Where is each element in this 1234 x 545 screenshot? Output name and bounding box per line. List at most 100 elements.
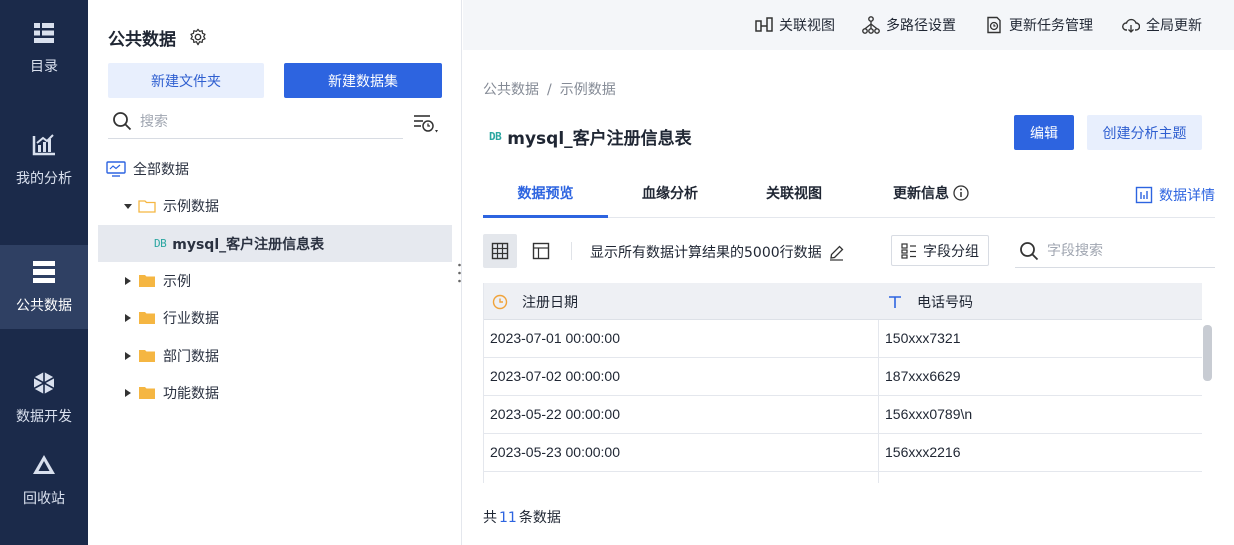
create-analysis-topic-button[interactable]: 创建分析主题 xyxy=(1087,115,1202,150)
nav-item-recycle[interactable]: 回收站 xyxy=(0,438,88,522)
task-manage-label: 更新任务管理 xyxy=(1009,18,1093,34)
tree-item-mysql-table[interactable]: DB mysql_客户注册信息表 xyxy=(98,225,452,262)
tree-item-function-data[interactable]: 功能数据 xyxy=(98,374,452,411)
layout-view-button[interactable] xyxy=(524,234,558,268)
row-count-number: 11 xyxy=(499,510,517,526)
data-detail-link[interactable]: 数据详情 xyxy=(1135,172,1215,218)
nav-label: 我的分析 xyxy=(16,171,72,187)
caret-right-icon[interactable] xyxy=(122,387,134,399)
caret-right-icon[interactable] xyxy=(122,312,134,324)
breadcrumb: 公共数据 / 示例数据 xyxy=(483,79,616,99)
data-detail-label: 数据详情 xyxy=(1159,188,1215,204)
multipath-setting-action[interactable]: 多路径设置 xyxy=(862,14,956,36)
column-header-register-date[interactable]: 注册日期 xyxy=(492,283,879,320)
new-folder-button[interactable]: 新建文件夹 xyxy=(108,63,264,98)
row-count-prefix: 共 xyxy=(483,510,497,526)
folder-icon xyxy=(139,386,155,399)
row-count: 共 11 条数据 xyxy=(483,507,561,527)
table-row: 2023-05-22 00:00:00 156xxx0789\n xyxy=(484,396,1202,434)
tab-related-view[interactable]: 关联视图 xyxy=(753,172,835,218)
nav-item-data-dev[interactable]: 数据开发 xyxy=(0,356,88,440)
rows-note: 显示所有数据计算结果的5000行数据 xyxy=(590,242,845,262)
update-task-manage-action[interactable]: 更新任务管理 xyxy=(985,14,1093,36)
text-type-icon xyxy=(889,295,901,308)
field-search-input[interactable] xyxy=(1047,239,1207,263)
table-cell: 2023-07-02 00:00:00 xyxy=(484,358,879,395)
clock-icon xyxy=(492,294,508,309)
table-cell: 150xxx7321 xyxy=(879,320,1202,357)
catalog-icon xyxy=(34,23,54,43)
breadcrumb-separator: / xyxy=(547,82,552,98)
caret-right-icon[interactable] xyxy=(122,350,134,362)
caret-right-icon[interactable] xyxy=(122,275,134,287)
field-group-label: 字段分组 xyxy=(923,243,979,260)
tree-search-input[interactable] xyxy=(140,110,390,134)
column-header-phone[interactable]: 电话号码 xyxy=(887,283,1202,320)
global-update-action[interactable]: 全局更新 xyxy=(1122,14,1202,36)
tab-data-preview[interactable]: 数据预览 xyxy=(483,172,608,218)
search-icon xyxy=(113,112,132,131)
tree-item-example-data[interactable]: 示例数据 xyxy=(98,187,452,224)
top-action-bar: 关联视图 多路径设置 更新任务管理 全局更新 xyxy=(463,0,1234,50)
tree-search xyxy=(108,107,403,139)
left-nav: 目录 我的分析 公共数据 数据开发 回收站 xyxy=(0,0,88,545)
nav-item-public-data[interactable]: 公共数据 xyxy=(0,245,88,329)
folder-open-icon xyxy=(138,199,156,213)
table-cell: 2023-05-23 00:00:00 xyxy=(484,434,879,471)
pencil-icon[interactable] xyxy=(828,244,845,261)
tree-item-label: 行业数据 xyxy=(163,310,219,327)
tab-update-info[interactable]: 更新信息 xyxy=(881,172,981,218)
main-content: 关联视图 多路径设置 更新任务管理 全局更新 公共数据 / 示例数据 DB my… xyxy=(463,0,1234,545)
tree-item-label: 示例数据 xyxy=(163,198,219,215)
field-group-button[interactable]: 字段分组 xyxy=(891,235,989,266)
gear-icon[interactable] xyxy=(189,28,207,46)
db-badge: DB xyxy=(489,130,502,143)
table-header: 注册日期 电话号码 xyxy=(484,283,1202,320)
layout-icon xyxy=(532,242,550,260)
data-tree-panel: 公共数据 新建文件夹 新建数据集 全部数据 示例数据 xyxy=(88,0,462,545)
tree-root-all-data[interactable]: 全部数据 xyxy=(98,150,452,187)
breadcrumb-root[interactable]: 公共数据 xyxy=(483,82,539,98)
multipath-icon xyxy=(862,16,880,34)
tree-item-label: 示例 xyxy=(163,273,191,290)
toolbar-divider xyxy=(571,242,572,260)
field-search xyxy=(1015,234,1215,268)
recycle-icon xyxy=(33,455,55,474)
tree-item-industry-data[interactable]: 行业数据 xyxy=(98,299,452,336)
data-detail-icon xyxy=(1135,186,1153,204)
preview-toolbar: 显示所有数据计算结果的5000行数据 字段分组 xyxy=(483,234,1215,268)
tree-item-label: 功能数据 xyxy=(163,385,219,402)
breadcrumb-current[interactable]: 示例数据 xyxy=(560,82,616,98)
tree-item-department-data[interactable]: 部门数据 xyxy=(98,337,452,374)
edit-button[interactable]: 编辑 xyxy=(1014,115,1074,150)
global-update-label: 全局更新 xyxy=(1146,18,1202,34)
table-row: 2023-05-25 00:00:00 150xxx0000 xyxy=(484,472,1202,483)
new-dataset-button[interactable]: 新建数据集 xyxy=(284,63,442,98)
nav-label: 回收站 xyxy=(23,491,65,507)
grid-view-button[interactable] xyxy=(483,234,517,268)
folder-icon xyxy=(139,274,155,287)
table-row: 2023-05-23 00:00:00 156xxx2216 xyxy=(484,434,1202,472)
table-scrollbar[interactable] xyxy=(1203,325,1212,381)
table-cell: 187xxx6629 xyxy=(879,358,1202,395)
tab-lineage[interactable]: 血缘分析 xyxy=(629,172,711,218)
table-cell: 2023-05-22 00:00:00 xyxy=(484,396,879,433)
folder-icon xyxy=(139,349,155,362)
nav-item-my-analysis[interactable]: 我的分析 xyxy=(0,118,88,202)
caret-down-icon[interactable] xyxy=(122,200,134,212)
task-manage-icon xyxy=(987,16,1001,34)
table-row: 2023-07-01 00:00:00 150xxx7321 xyxy=(484,320,1202,358)
public-data-icon xyxy=(33,261,55,283)
table-cell: 156xxx2216 xyxy=(879,434,1202,471)
sort-filter-icon[interactable] xyxy=(412,112,440,136)
table-row: 2023-07-02 00:00:00 187xxx6629 xyxy=(484,358,1202,396)
column-header-label: 注册日期 xyxy=(522,294,578,311)
tree-item-example[interactable]: 示例 xyxy=(98,262,452,299)
table-grid-icon xyxy=(491,242,509,260)
nav-label: 公共数据 xyxy=(16,298,72,314)
monitor-icon xyxy=(106,160,126,177)
folder-icon xyxy=(139,311,155,324)
nav-item-catalog[interactable]: 目录 xyxy=(0,6,88,90)
table-cell: 2023-05-25 00:00:00 xyxy=(484,472,879,483)
related-view-action[interactable]: 关联视图 xyxy=(755,14,835,36)
